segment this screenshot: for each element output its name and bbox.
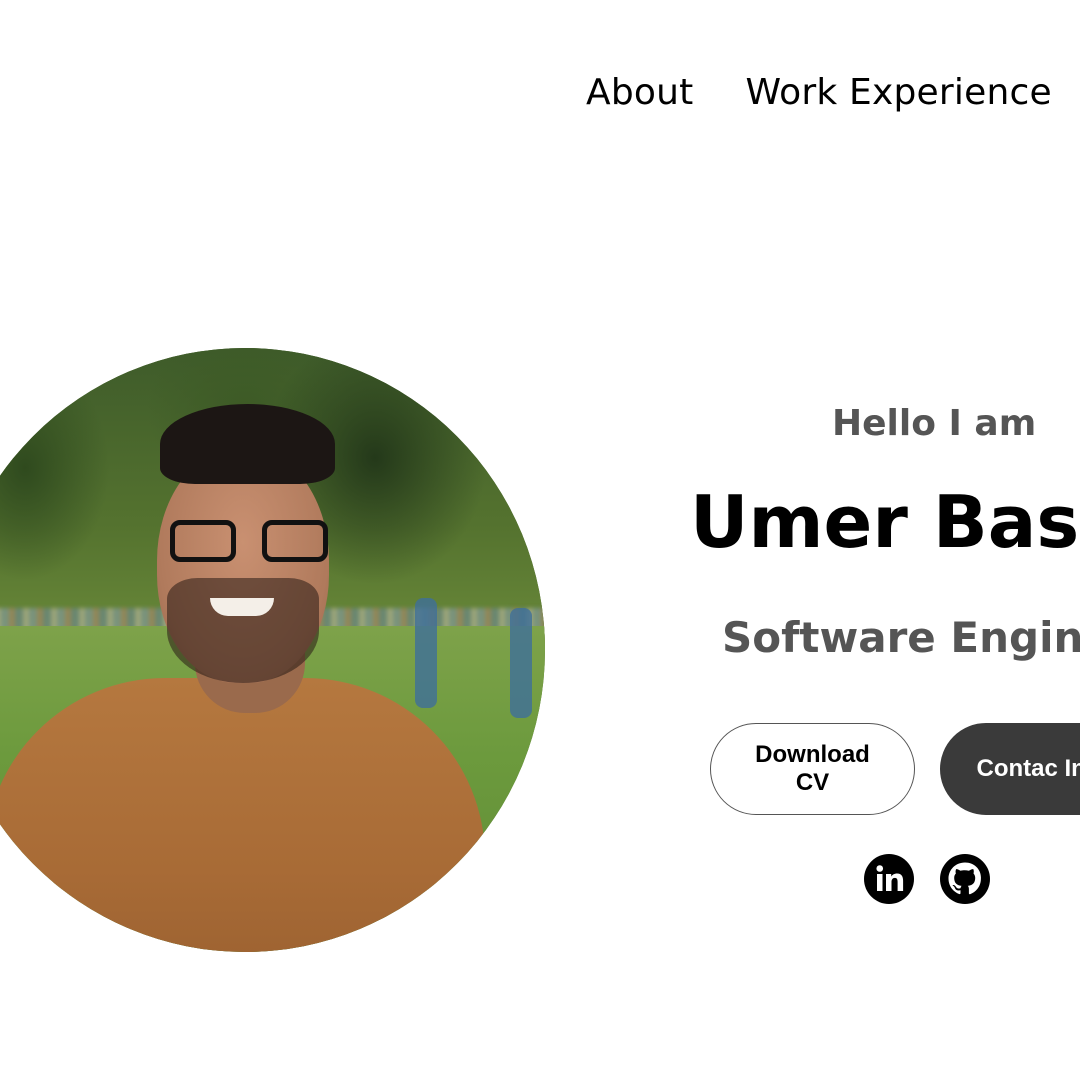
greeting-text: Hello I am: [832, 403, 1037, 444]
portfolio-page: About Work Experience Hello I am Umer Ba…: [0, 0, 1080, 1080]
profile-title: Software Engine: [722, 613, 1080, 662]
nav-link-work-experience[interactable]: Work Experience: [745, 70, 1051, 116]
profile-name: Umer Bash: [690, 480, 1080, 564]
photo-glasses: [170, 520, 335, 566]
photo-background-person: [415, 598, 437, 708]
photo-beard: [167, 578, 319, 683]
photo-background-person: [510, 608, 532, 718]
download-cv-button[interactable]: Download CV: [710, 723, 915, 815]
social-links: [864, 854, 990, 904]
contact-info-button[interactable]: Contac Info: [940, 723, 1080, 815]
github-icon[interactable]: [940, 854, 990, 904]
photo-shirt: [0, 678, 485, 952]
profile-photo: [0, 348, 545, 952]
contact-info-label: Contac Info: [976, 755, 1080, 782]
photo-smile: [210, 598, 274, 616]
top-nav: About Work Experience: [586, 70, 1052, 116]
photo-hair: [160, 404, 335, 484]
nav-link-about[interactable]: About: [586, 70, 693, 116]
linkedin-icon[interactable]: [864, 854, 914, 904]
download-cv-label: Download CV: [755, 741, 870, 796]
